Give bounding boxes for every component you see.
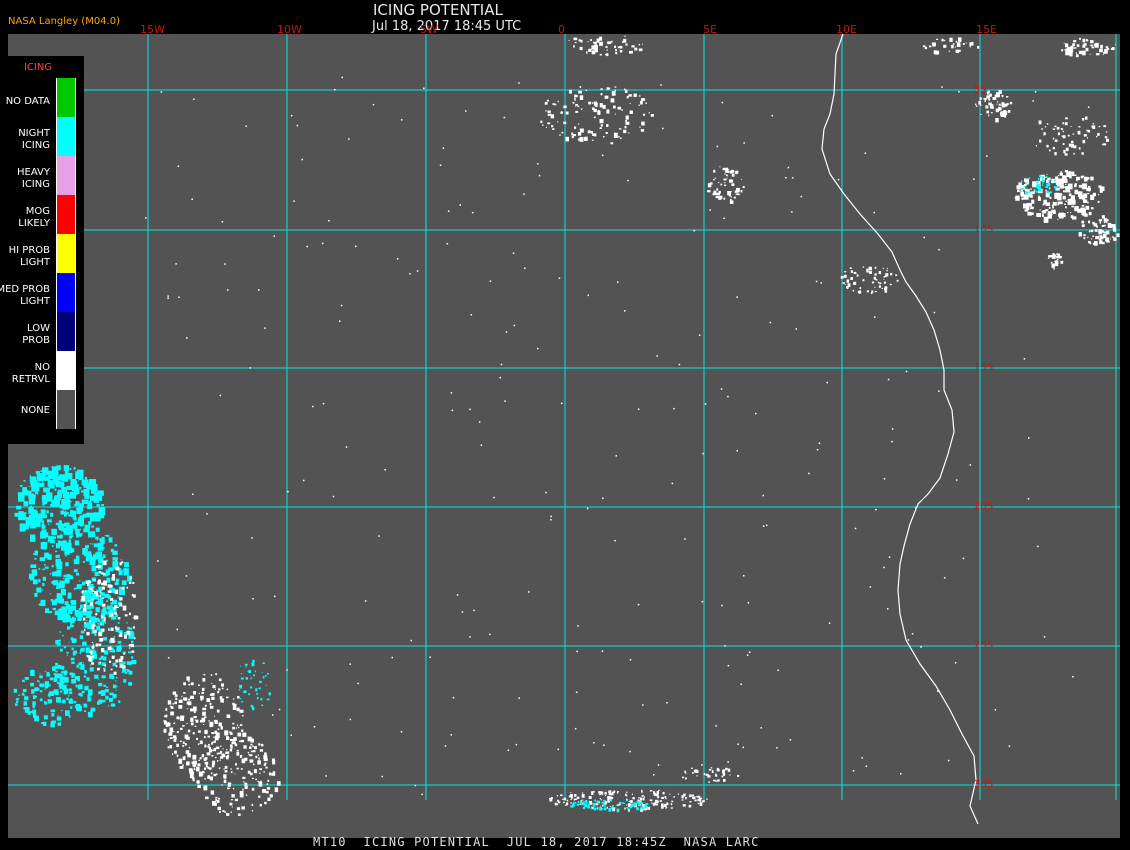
lon-label-5e: 5E (703, 23, 717, 36)
lon-label-15w: 15W (140, 23, 165, 36)
lat-label-10s: 10S (974, 224, 994, 235)
legend-swatch (56, 234, 76, 273)
product-label: NASA Langley (M04.0) (8, 16, 120, 27)
lon-label-15e: 15E (976, 23, 997, 36)
lat-label-15s: 15S (974, 362, 994, 373)
footer-caption: MT10 ICING POTENTIAL JUL 18, 2017 18:45Z… (313, 835, 760, 849)
lat-label-25s: 25S (974, 640, 994, 651)
legend-item-no-data: NO DATA (0, 78, 84, 117)
legend-label: LOW PROB (22, 323, 50, 346)
legend-swatch (56, 312, 76, 351)
legend-label: MED PROB LIGHT (0, 284, 50, 307)
satellite-map (8, 34, 1120, 838)
legend-item-night-icing: NIGHT ICING (0, 117, 84, 156)
legend-item-med-prob-light: MED PROB LIGHT (0, 273, 84, 312)
map-timestamp: Jul 18, 2017 18:45 UTC (372, 19, 522, 34)
legend-swatch (56, 390, 76, 429)
legend-swatch (56, 273, 76, 312)
legend-label: NO DATA (5, 96, 50, 107)
legend-item-heavy-icing: HEAVY ICING (0, 156, 84, 195)
legend-swatch (56, 78, 76, 117)
lon-label-0: 0 (558, 23, 565, 36)
legend-item-none: NONE (0, 390, 84, 429)
lon-label-10w: 10W (277, 23, 302, 36)
legend-item-mog-likely: MOG LIKELY (0, 195, 84, 234)
legend-item-hi-prob-light: HI PROB LIGHT (0, 234, 84, 273)
icing-legend: ICING NO DATA NIGHT ICING HEAVY ICING MO… (0, 56, 84, 444)
legend-swatch (56, 195, 76, 234)
legend-item-low-prob: LOW PROB (0, 312, 84, 351)
lat-label-20s: 20S (974, 501, 994, 512)
legend-title: ICING (24, 62, 53, 73)
legend-item-no-retrvl: NO RETRVL (0, 351, 84, 390)
legend-label: MOG LIKELY (18, 206, 50, 229)
legend-swatch (56, 156, 76, 195)
legend-label: NIGHT ICING (18, 128, 50, 151)
africa-coastline (821, 34, 979, 825)
legend-label: NONE (20, 405, 50, 416)
lon-label-5w: 5W (420, 23, 438, 36)
lat-label-5s: 5S (974, 85, 987, 96)
legend-swatch (56, 117, 76, 156)
lon-label-10e: 10E (836, 23, 857, 36)
map-overlay (8, 34, 1120, 825)
lat-label-30s: 30S (974, 779, 994, 790)
map-title: ICING POTENTIAL (373, 1, 503, 19)
legend-swatch (56, 351, 76, 390)
legend-label: NO RETRVL (11, 362, 50, 385)
legend-label: HI PROB LIGHT (8, 245, 50, 268)
legend-label: HEAVY ICING (17, 167, 50, 190)
